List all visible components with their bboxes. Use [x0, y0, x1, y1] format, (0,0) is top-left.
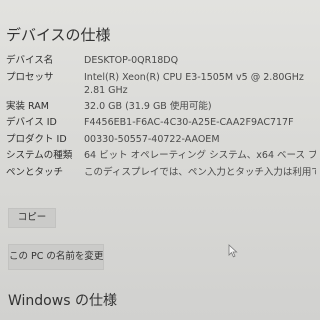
spec-value: DESKTOP-0QR18DQ [84, 55, 179, 66]
spec-label: システムの種類 [6, 150, 73, 161]
rename-pc-button[interactable]: この PC の名前を変更 [8, 244, 104, 270]
spec-label: デバイス名 [6, 55, 54, 66]
spec-value: F4456EB1-F6AC-4C30-A25E-CAA2F9AC717F [84, 117, 294, 128]
spec-value: このディスプレイでは、ペン入力とタッチ入力は利用できません [84, 166, 316, 178]
about-page: デバイスの仕様 デバイス名 DESKTOP-0QR18DQ プロセッサ Inte… [0, 0, 320, 320]
spec-value: 64 ビット オペレーティング システム、x64 ベース プロセッサ [84, 150, 316, 161]
spec-label: ペンとタッチ [6, 166, 64, 178]
spec-value: 00330-50557-40722-AAOEM [84, 133, 220, 145]
spec-label: デバイス ID [6, 117, 57, 128]
spec-label: 実装 RAM [6, 100, 49, 112]
device-specs-table: デバイス名 DESKTOP-0QR18DQ プロセッサ Intel(R) Xeo… [6, 54, 316, 182]
windows-specs-heading: Windows の仕様 [8, 293, 117, 309]
spec-row-system-type: システムの種類 64 ビット オペレーティング システム、x64 ベース プロセ… [6, 149, 316, 166]
spec-value: Intel(R) Xeon(R) CPU E3-1505M v5 @ 2.80G… [84, 71, 304, 96]
spec-value: 32.0 GB (31.9 GB 使用可能) [84, 100, 212, 112]
spec-row-pen-touch: ペンとタッチ このディスプレイでは、ペン入力とタッチ入力は利用できません [6, 166, 316, 183]
copy-button[interactable]: コピー [8, 208, 56, 228]
device-specs-heading: デバイスの仕様 [6, 26, 111, 44]
mouse-pointer-icon [228, 244, 238, 258]
spec-row-product-id: プロダクト ID 00330-50557-40722-AAOEM [6, 133, 316, 150]
spec-label: プロダクト ID [6, 133, 67, 145]
spec-row-device-name: デバイス名 DESKTOP-0QR18DQ [6, 54, 316, 71]
spec-row-processor: プロセッサ Intel(R) Xeon(R) CPU E3-1505M v5 @… [6, 71, 316, 100]
spec-label: プロセッサ [6, 71, 54, 83]
spec-row-installed-ram: 実装 RAM 32.0 GB (31.9 GB 使用可能) [6, 100, 316, 117]
spec-row-device-id: デバイス ID F4456EB1-F6AC-4C30-A25E-CAA2F9AC… [6, 116, 316, 133]
